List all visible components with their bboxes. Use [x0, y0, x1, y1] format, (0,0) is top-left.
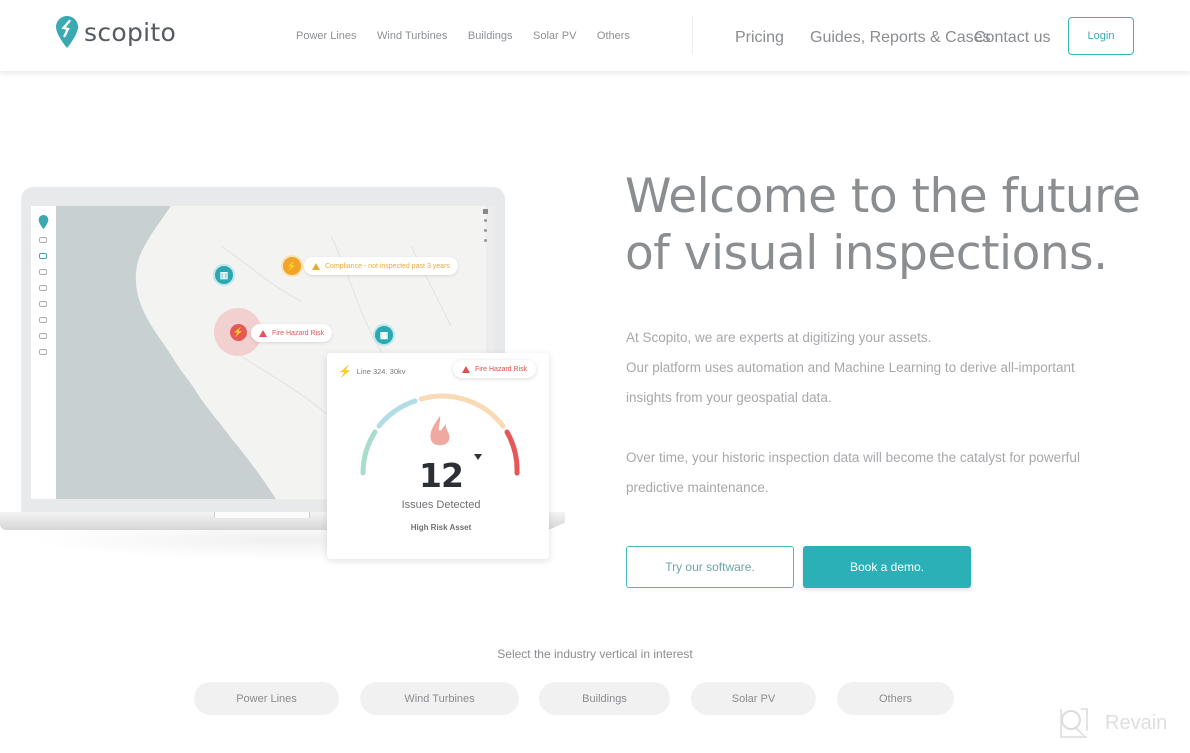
zoom-tool-icon[interactable] — [483, 209, 488, 214]
revain-logo-icon — [1060, 708, 1088, 738]
warning-icon — [462, 365, 470, 373]
line-text: Line 324. 30kv — [356, 367, 406, 376]
sidebar-user-icon[interactable] — [39, 237, 47, 243]
nav-wind-turbines[interactable]: Wind Turbines — [377, 30, 447, 42]
book-demo-button[interactable]: Book a demo. — [803, 546, 971, 588]
nav-others[interactable]: Others — [597, 30, 630, 42]
tower-marker-red-icon[interactable]: ⚡ — [230, 324, 247, 341]
logo-pin-icon — [56, 16, 78, 48]
flame-icon — [430, 416, 450, 446]
login-button[interactable]: Login — [1068, 17, 1134, 55]
line-label: ⚡ Line 324. 30kv — [338, 365, 406, 378]
risk-label: High Risk Asset — [410, 523, 472, 532]
sidebar-globe-icon[interactable] — [39, 269, 47, 275]
hero-title-line2: of visual inspections. — [625, 226, 1108, 281]
warning-icon — [312, 262, 320, 270]
vertical-solar-pv[interactable]: Solar PV — [691, 682, 816, 715]
industry-select-label: Select the industry vertical in interest — [497, 647, 693, 661]
app-sidebar — [31, 206, 56, 499]
map-zoom-controls[interactable] — [483, 209, 489, 245]
compliance-text: Compliance - not inspected past 3 years — [325, 262, 450, 270]
sidebar-alert-icon[interactable] — [39, 333, 47, 339]
sidebar-calendar-icon[interactable] — [39, 349, 47, 355]
sidebar-map-icon[interactable] — [39, 253, 47, 259]
sidebar-grid-icon[interactable] — [39, 301, 47, 307]
hero-paragraph-2a: Our platform uses automation and Machine… — [626, 360, 1075, 375]
sidebar-image-icon[interactable] — [39, 317, 47, 323]
nav-contact[interactable]: Contact us — [974, 29, 1050, 47]
gauge-segment-medium — [418, 393, 506, 429]
warning-icon — [259, 329, 267, 337]
fire-hazard-badge-text: Fire Hazard Risk — [475, 365, 528, 373]
layers-dot[interactable] — [484, 239, 487, 242]
tower-marker-orange-icon[interactable]: ⚡ — [281, 255, 303, 277]
hero-paragraph-1: At Scopito, we are experts at digitizing… — [626, 330, 932, 345]
nav-divider — [692, 16, 693, 54]
zoom-in-dot[interactable] — [484, 219, 487, 222]
fire-hazard-badge[interactable]: Fire Hazard Risk — [453, 360, 537, 378]
hero-paragraph-3a: Over time, your historic inspection data… — [626, 450, 1080, 465]
revain-text: Revain — [1105, 711, 1168, 734]
zoom-out-dot[interactable] — [484, 229, 487, 232]
gauge-segment-medium-low — [376, 398, 418, 429]
vertical-power-lines[interactable]: Power Lines — [194, 682, 339, 715]
issues-label: Issues Detected — [401, 499, 481, 511]
sidebar-gauge-icon[interactable] — [39, 285, 47, 291]
logo-text: scopito — [84, 17, 177, 47]
compliance-pill[interactable]: Compliance - not inspected past 3 years — [304, 257, 458, 275]
app-logo-icon — [38, 215, 49, 229]
issues-count: 12 — [419, 456, 464, 495]
vertical-others[interactable]: Others — [837, 682, 954, 715]
revain-watermark: Revain — [1057, 707, 1167, 739]
nav-solar-pv[interactable]: Solar PV — [533, 30, 576, 42]
primary-nav: Power Lines Wind Turbines Buildings Sola… — [296, 0, 650, 71]
hero-paragraph-2b: insights from your geospatial data. — [626, 390, 832, 405]
issue-summary-card: ⚡ Line 324. 30kv Fire Hazard Risk 12 Iss… — [327, 353, 549, 559]
nav-guides[interactable]: Guides, Reports & Cases — [810, 29, 991, 47]
laptop-notch — [214, 512, 310, 518]
try-software-button[interactable]: Try our software. — [626, 546, 794, 588]
nav-pricing[interactable]: Pricing — [735, 29, 784, 47]
fire-hazard-pill[interactable]: Fire Hazard Risk — [251, 324, 333, 342]
scopito-logo[interactable]: scopito — [56, 16, 176, 48]
site-header: scopito Power Lines Wind Turbines Buildi… — [0, 0, 1190, 71]
solar-marker-icon[interactable]: ▦ — [373, 324, 395, 346]
hero-title: Welcome to the future of visual inspecti… — [625, 168, 1141, 282]
vertical-buildings[interactable]: Buildings — [539, 682, 670, 715]
hero-paragraph-3b: predictive maintenance. — [626, 480, 769, 495]
nav-buildings[interactable]: Buildings — [468, 30, 513, 42]
power-tower-icon: ⚡ — [338, 366, 352, 378]
hero-title-line1: Welcome to the future — [625, 169, 1141, 224]
vertical-wind-turbines[interactable]: Wind Turbines — [360, 682, 519, 715]
nav-power-lines[interactable]: Power Lines — [296, 30, 357, 42]
building-marker-icon[interactable]: ▥ — [213, 264, 235, 286]
fire-hazard-text: Fire Hazard Risk — [272, 329, 325, 337]
